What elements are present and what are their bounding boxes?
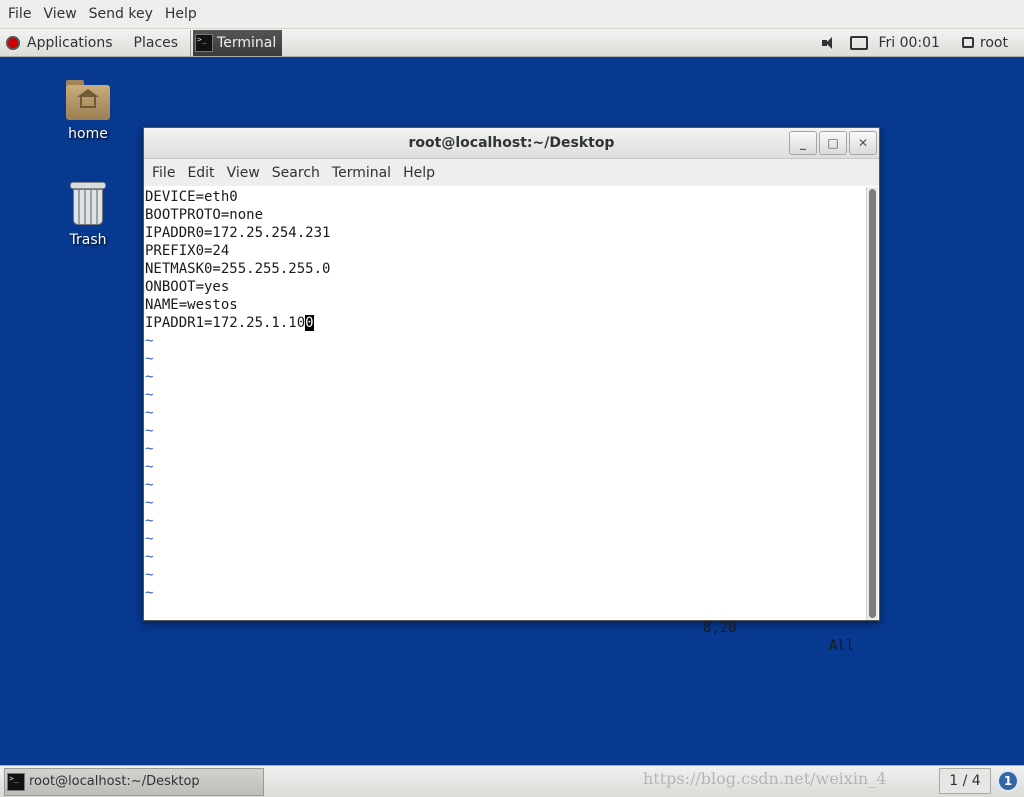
minimize-button[interactable]: _ <box>789 131 817 155</box>
file-line: DEVICE=eth0 <box>145 189 238 205</box>
applications-label: Applications <box>27 34 113 51</box>
empty-line-tilde: ~ <box>145 495 154 511</box>
terminal-task-button[interactable]: >_ Terminal <box>193 29 283 56</box>
window-title: root@localhost:~/Desktop <box>408 135 615 151</box>
redhat-icon <box>6 35 20 50</box>
terminal-window: root@localhost:~/Desktop _ □ ✕ File Edit… <box>143 127 880 654</box>
file-line: BOOTPROTO=none <box>145 207 264 223</box>
empty-line-tilde: ~ <box>145 459 154 475</box>
user-icon <box>961 37 974 48</box>
watermark: https://blog.csdn.net/weixin_4 <box>643 769 887 788</box>
applications-menu[interactable]: Applications <box>0 29 113 57</box>
empty-line-tilde: ~ <box>145 441 154 457</box>
close-button[interactable]: ✕ <box>849 131 877 155</box>
file-line: PREFIX0=24 <box>145 243 230 259</box>
desktop-icon-label: Trash <box>69 232 107 248</box>
file-line: IPADDR0=172.25.254.231 <box>145 225 331 241</box>
empty-line-tilde: ~ <box>145 333 154 349</box>
empty-lines: ~ ~ ~ ~ ~ ~ ~ ~ ~ ~ ~ ~ ~ ~ ~ <box>145 332 867 602</box>
menu-view[interactable]: View <box>221 165 266 181</box>
taskbar-terminal-label: root@localhost:~/Desktop <box>29 774 200 789</box>
menu-help[interactable]: Help <box>397 165 441 181</box>
panel-separator <box>190 29 192 56</box>
desktop-icon-trash[interactable]: Trash <box>48 182 128 248</box>
places-label: Places <box>133 34 179 51</box>
empty-line-tilde: ~ <box>145 567 154 583</box>
menu-edit[interactable]: Edit <box>181 165 220 181</box>
file-line: NETMASK0=255.255.255.0 <box>145 261 331 277</box>
bottom-panel: >_ root@localhost:~/Desktop https://blog… <box>0 765 1024 797</box>
viewer-menu-bar: File View Send key Help <box>0 0 1024 29</box>
viewer-menu-help[interactable]: Help <box>159 0 203 29</box>
maximize-button[interactable]: □ <box>819 131 847 155</box>
empty-line-tilde: ~ <box>145 549 154 565</box>
file-line: ONBOOT=yes <box>145 279 230 295</box>
workspace-pager[interactable]: 1 / 4 <box>939 768 991 794</box>
cursor-line-text: IPADDR1=172.25.1.10 <box>145 315 306 331</box>
terminal-icon: >_ <box>7 772 25 791</box>
taskbar-terminal-button[interactable]: >_ root@localhost:~/Desktop <box>4 767 264 796</box>
cursor-line: IPADDR1=172.25.1.100 <box>145 314 867 332</box>
terminal-menu-bar: File Edit View Search Terminal Help <box>144 159 879 186</box>
top-panel: Applications Places >_ Terminal Fri 00:0… <box>0 29 1024 57</box>
viewer-menu-file[interactable]: File <box>2 0 37 29</box>
trash-icon <box>70 182 106 226</box>
scrollbar[interactable] <box>866 187 878 620</box>
scrollbar-thumb[interactable] <box>869 189 876 618</box>
scroll-indicator: All <box>829 638 855 654</box>
empty-line-tilde: ~ <box>145 477 154 493</box>
info-icon[interactable]: 1 <box>997 770 1019 792</box>
desktop-icon-label: home <box>68 126 108 142</box>
empty-line-tilde: ~ <box>145 405 154 421</box>
desktop-icon-home[interactable]: home <box>48 80 128 142</box>
places-menu[interactable]: Places <box>134 29 179 57</box>
text-cursor: 0 <box>305 315 314 331</box>
menu-terminal[interactable]: Terminal <box>326 165 397 181</box>
empty-line-tilde: ~ <box>145 351 154 367</box>
menu-search[interactable]: Search <box>266 165 326 181</box>
network-icon[interactable] <box>850 35 869 50</box>
menu-file[interactable]: File <box>146 165 181 181</box>
user-menu[interactable]: root <box>980 29 1008 57</box>
clock[interactable]: Fri 00:01 <box>878 29 939 57</box>
terminal-text-area[interactable]: DEVICE=eth0 BOOTPROTO=none IPADDR0=172.2… <box>144 187 867 654</box>
empty-line-tilde: ~ <box>145 387 154 403</box>
vim-status-line: 8,20 All <box>144 601 867 654</box>
empty-line-tilde: ~ <box>145 513 154 529</box>
terminal-task-label: Terminal <box>217 34 277 51</box>
empty-line-tilde: ~ <box>145 531 154 547</box>
cursor-position: 8,20 <box>703 620 737 636</box>
terminal-icon: >_ <box>195 33 214 52</box>
volume-icon[interactable] <box>822 36 838 50</box>
home-folder-icon <box>66 80 110 120</box>
empty-line-tilde: ~ <box>145 369 154 385</box>
viewer-menu-view[interactable]: View <box>37 0 82 29</box>
file-line: NAME=westos <box>145 297 238 313</box>
empty-line-tilde: ~ <box>145 423 154 439</box>
empty-line-tilde: ~ <box>145 585 154 601</box>
viewer-menu-send-key[interactable]: Send key <box>83 0 159 29</box>
window-titlebar[interactable]: root@localhost:~/Desktop _ □ ✕ <box>144 128 879 159</box>
